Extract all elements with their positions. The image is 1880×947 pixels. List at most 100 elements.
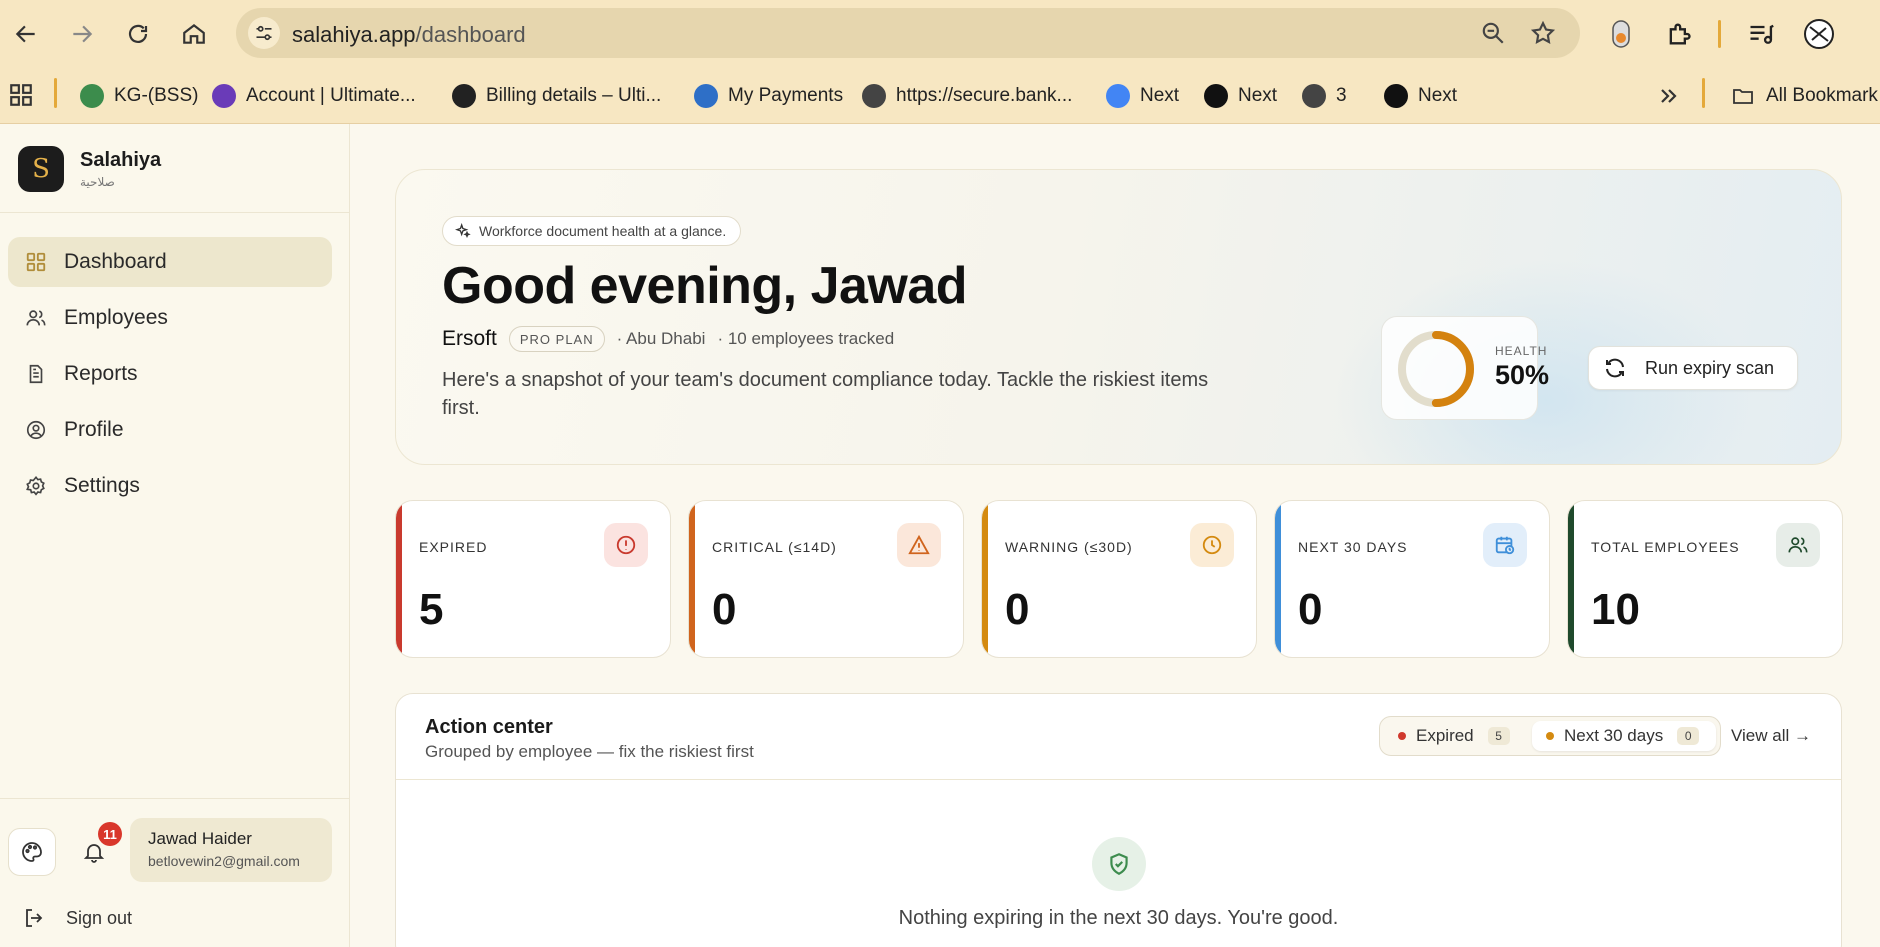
- zoom-button[interactable]: [1480, 20, 1506, 51]
- filter-expired[interactable]: Expired 5: [1384, 721, 1530, 751]
- more-bookmarks-button[interactable]: [1656, 84, 1680, 113]
- stat-value: 0: [1005, 585, 1030, 634]
- org-line: Ersoft PRO PLAN · Abu Dhabi · 10 employe…: [442, 326, 906, 352]
- all-bookmarks[interactable]: All Bookmark: [1730, 80, 1878, 112]
- logout-icon: [22, 906, 46, 930]
- bookmark-item[interactable]: 3: [1302, 80, 1347, 112]
- alert-circle-icon: [604, 523, 648, 567]
- bookmark-item[interactable]: https://secure.bank...: [862, 80, 1072, 112]
- hero-card: Workforce document health at a glance. G…: [395, 169, 1842, 465]
- home-button[interactable]: [174, 14, 214, 54]
- sidebar-item-profile[interactable]: Profile: [8, 405, 332, 455]
- stat-card: TOTAL EMPLOYEES 10: [1567, 500, 1843, 658]
- stat-value: 0: [712, 585, 737, 634]
- run-expiry-scan-button[interactable]: Run expiry scan: [1588, 346, 1798, 390]
- filter-count-badge: 0: [1677, 727, 1700, 745]
- site-info-button[interactable]: [248, 17, 280, 49]
- filter-count-badge: 5: [1487, 727, 1510, 745]
- extensions-menu-button[interactable]: [1660, 14, 1698, 54]
- bookmark-star-button[interactable]: [1530, 20, 1556, 51]
- bookmark-item[interactable]: My Payments: [694, 80, 843, 112]
- sidebar-item-settings[interactable]: Settings: [8, 461, 332, 511]
- q-icon: [452, 84, 476, 108]
- divider: [0, 212, 349, 213]
- globe-icon: [1302, 84, 1326, 108]
- sidebar-item-label: Settings: [64, 474, 140, 497]
- arrow-right-icon: [73, 25, 93, 43]
- theme-button[interactable]: [8, 828, 56, 876]
- brand-subtitle: صلاحية: [80, 175, 115, 189]
- sheet-icon: [80, 84, 104, 108]
- sidebar-item-dashboard[interactable]: Dashboard: [8, 237, 332, 287]
- brand[interactable]: S Salahiya صلاحية: [18, 146, 161, 192]
- tune-icon: [256, 25, 272, 41]
- bookmark-item[interactable]: Billing details – Ulti...: [452, 80, 661, 112]
- upwork-icon: [1204, 84, 1228, 108]
- bookmark-label: Next: [1140, 85, 1180, 106]
- star-icon: [1530, 20, 1556, 44]
- user-email: betlovewin2@gmail.com: [148, 853, 300, 869]
- url-text: salahiya.app/dashboard: [292, 22, 526, 47]
- empty-state-text: Nothing expiring in the next 30 days. Yo…: [898, 907, 1339, 929]
- puzzle-icon: [1669, 23, 1691, 45]
- stat-label: EXPIRED: [419, 539, 488, 555]
- org-name: Ersoft: [442, 327, 497, 350]
- reload-button[interactable]: [118, 14, 158, 54]
- sparkle-icon: [455, 223, 471, 239]
- bookmark-item[interactable]: Next: [1204, 80, 1277, 112]
- users-icon: [24, 306, 48, 330]
- browser-toolbar: salahiya.app/dashboard: [0, 0, 1880, 68]
- stat-card: WARNING (≤30D) 0: [981, 500, 1257, 658]
- filter-next-30-days[interactable]: Next 30 days 0: [1532, 721, 1716, 751]
- home-icon: [183, 23, 205, 44]
- stat-label: WARNING (≤30D): [1005, 539, 1133, 555]
- divider: [0, 798, 349, 799]
- bookmark-item[interactable]: Next: [1384, 80, 1457, 112]
- media-button[interactable]: [1742, 14, 1780, 54]
- health-ring: [1398, 331, 1474, 407]
- sidebar-item-employees[interactable]: Employees: [8, 293, 332, 343]
- avatar-icon: [1804, 19, 1834, 49]
- forward-button[interactable]: [62, 14, 102, 54]
- extension-button[interactable]: [1602, 14, 1640, 54]
- action-center: Action center Grouped by employee — fix …: [395, 693, 1842, 947]
- health-label: HEALTH: [1495, 344, 1548, 358]
- action-center-title: Action center: [425, 716, 553, 738]
- user-name: Jawad Haider: [148, 829, 252, 848]
- sign-out-button[interactable]: Sign out: [22, 906, 132, 930]
- clock-icon: [1190, 523, 1234, 567]
- sidebar-item-label: Profile: [64, 418, 124, 441]
- extension-pill-icon: [1612, 20, 1630, 48]
- user-card[interactable]: Jawad Haider betlovewin2@gmail.com: [130, 818, 332, 882]
- card-icon: [694, 84, 718, 108]
- stat-card: EXPIRED 5: [395, 500, 671, 658]
- brand-name: Salahiya: [80, 149, 162, 171]
- bookmark-item[interactable]: Next: [1106, 80, 1179, 112]
- back-button[interactable]: [6, 14, 46, 54]
- health-card: HEALTH 50%: [1381, 316, 1549, 420]
- stat-value: 0: [1298, 585, 1323, 634]
- stat-accent-bar: [396, 501, 402, 657]
- profile-button[interactable]: [1800, 14, 1838, 54]
- stat-label: TOTAL EMPLOYEES: [1591, 539, 1740, 555]
- sidebar-item-label: Dashboard: [64, 250, 167, 273]
- calendar-clock-icon: [1483, 523, 1527, 567]
- bookmark-item[interactable]: KG-(BSS): [80, 80, 198, 112]
- filter-toggle: Expired 5 Next 30 days 0: [1379, 716, 1721, 756]
- folder-icon: [1733, 89, 1753, 104]
- shield-check-icon: [1092, 837, 1146, 891]
- bookmark-label: 3: [1336, 85, 1347, 106]
- sidebar-item-reports[interactable]: Reports: [8, 349, 332, 399]
- gear-icon: [24, 474, 48, 498]
- address-bar[interactable]: salahiya.app/dashboard: [236, 8, 1580, 58]
- stat-value: 10: [1591, 585, 1640, 634]
- divider: [396, 779, 1841, 780]
- bookmark-item[interactable]: Account | Ultimate...: [212, 80, 416, 112]
- bookmark-separator: [1702, 78, 1705, 108]
- bookmarks-bar: KG-(BSS) Account | Ultimate... Billing det…: [0, 68, 1880, 124]
- status-dot: [1398, 732, 1406, 740]
- view-all-link[interactable]: View all →: [1731, 726, 1811, 746]
- stat-label: CRITICAL (≤14D): [712, 539, 837, 555]
- sidebar: S Salahiya صلاحية Dashboard Employees Repo…: [0, 124, 350, 947]
- apps-button[interactable]: [8, 82, 34, 113]
